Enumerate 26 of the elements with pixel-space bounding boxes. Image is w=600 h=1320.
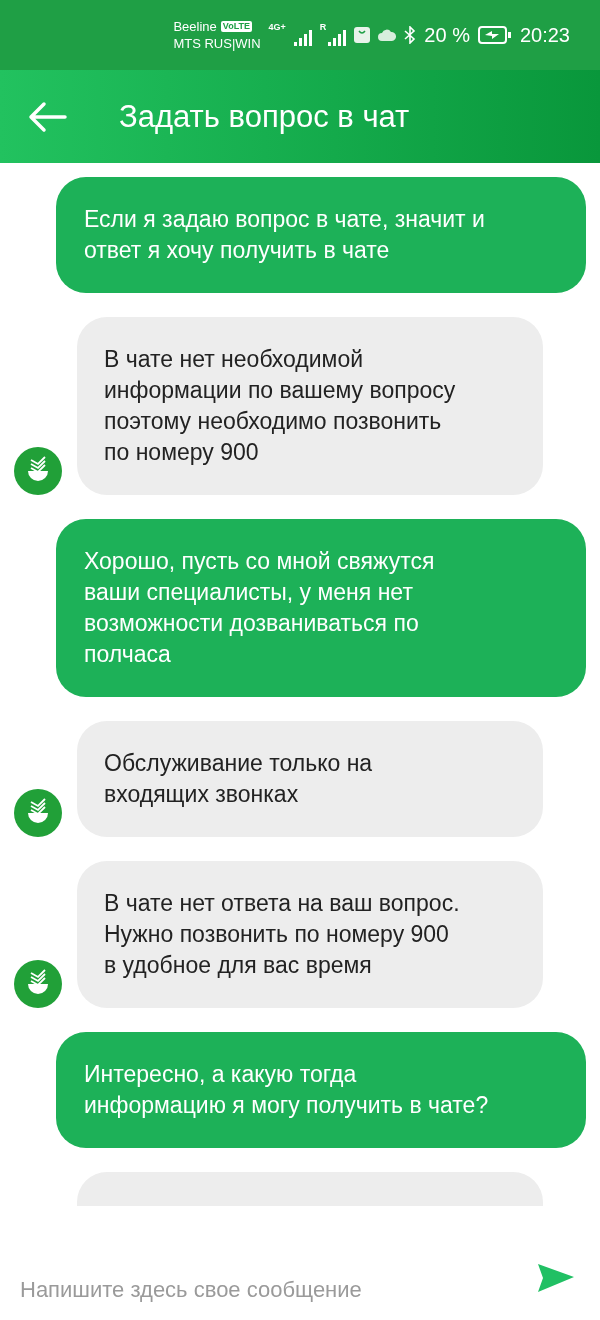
send-button[interactable] bbox=[537, 1263, 575, 1293]
battery-percent: 20 % bbox=[424, 23, 470, 47]
bank-logo-avatar bbox=[14, 447, 62, 495]
message-input[interactable]: Напишите здесь свое сообщение bbox=[20, 1277, 537, 1303]
carrier-name: Beeline bbox=[173, 18, 217, 35]
signal-icon bbox=[328, 30, 347, 46]
battery-charging-icon bbox=[477, 26, 512, 44]
app-icon bbox=[354, 27, 371, 43]
sent-message: Хорошо, пусть со мной свяжутся ваши специалисты, у меня нет возможности дозваниваться по полчаса bbox=[56, 519, 586, 697]
sent-message: Интересно, а какую тогда информацию я могу получить в чате? bbox=[56, 1032, 586, 1148]
received-message: Обслуживание только на входящих звонках bbox=[77, 721, 543, 837]
carrier-name: MTS RUS|WIN bbox=[173, 35, 261, 52]
network-type: 4G+ bbox=[268, 22, 286, 32]
cloud-icon bbox=[378, 29, 397, 41]
bank-logo-avatar bbox=[14, 960, 62, 1008]
roaming-indicator: R bbox=[319, 22, 327, 32]
back-button[interactable] bbox=[27, 100, 67, 133]
received-message: В чате нет ответа на ваш вопрос. Нужно позвонить по номеру 900 в удобное для вас время bbox=[77, 861, 543, 1008]
signal-icon bbox=[293, 30, 312, 46]
bluetooth-icon bbox=[404, 26, 417, 44]
screen-title: Задать вопрос в чат bbox=[119, 98, 410, 135]
bank-logo-avatar bbox=[14, 789, 62, 837]
sent-message: Если я задаю вопрос в чате, значит и ответ я хочу получить в чате bbox=[56, 177, 586, 293]
received-message: В чате нет необходимой информации по вашему вопросу поэтому необходимо позвонить по номеру 900 bbox=[77, 317, 543, 495]
clock: 20:23 bbox=[519, 23, 570, 47]
volte-badge: VoLTE bbox=[220, 21, 252, 32]
